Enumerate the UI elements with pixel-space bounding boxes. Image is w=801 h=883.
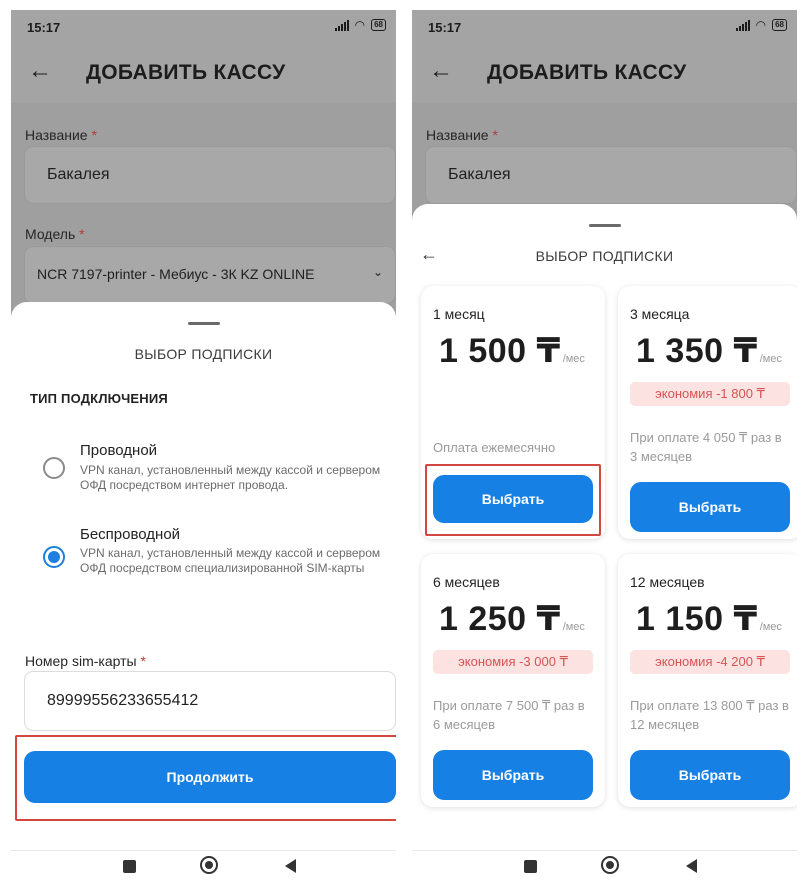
select-plan-button[interactable]: Выбрать (433, 750, 593, 800)
model-label-text: Модель (25, 226, 76, 242)
price-amount: 1 250 ₸ (439, 600, 561, 638)
option-title: Проводной (80, 442, 158, 459)
status-bar: 15:17 ◠ 68 (11, 10, 396, 43)
left-screen: 15:17 ◠ 68 ← ДОБАВИТЬ КАССУ Название * Б… (11, 10, 396, 883)
plan-note: Оплата ежемесячно (433, 440, 556, 455)
status-time: 15:17 (428, 20, 462, 35)
battery-icon: 68 (772, 19, 787, 31)
highlight-frame (425, 464, 601, 536)
name-value: Бакалея (448, 166, 511, 183)
battery-icon: 68 (371, 19, 386, 31)
model-value: NCR 7197-printer - Мебиус - 3К KZ ONLINE (37, 266, 315, 282)
option-description: VPN канал, установленный между кассой и … (80, 546, 381, 575)
name-field[interactable]: Бакалея (24, 146, 396, 204)
plan-price: 1 150 ₸/мес (636, 599, 782, 639)
plan-note: При оплате 4 050 ₸ раз в 3 месяцев (630, 430, 782, 464)
home-circle-icon[interactable] (200, 856, 218, 874)
plan-card-6-months[interactable]: 6 месяцев 1 250 ₸/мес экономия -3 000 ₸ … (421, 554, 605, 807)
back-triangle-icon[interactable] (285, 859, 296, 873)
subscription-sheet: ВЫБОР ПОДПИСКИ ТИП ПОДКЛЮЧЕНИЯ Проводной… (11, 302, 396, 850)
price-amount: 1 150 ₸ (636, 600, 758, 638)
back-arrow-icon[interactable]: ← (28, 59, 52, 83)
plan-name: 3 месяца (630, 306, 690, 322)
option-description: VPN канал, установленный между кассой и … (80, 463, 381, 492)
name-label-text: Название (25, 127, 88, 143)
wifi-icon: ◠ (755, 18, 767, 32)
wifi-icon: ◠ (354, 18, 366, 32)
app-bar: ← ДОБАВИТЬ КАССУ (412, 43, 797, 103)
saving-badge: экономия -3 000 ₸ (433, 650, 593, 674)
status-bar: 15:17 ◠ 68 (412, 10, 797, 43)
model-select[interactable]: NCR 7197-printer - Мебиус - 3К KZ ONLINE… (24, 246, 396, 304)
name-label: Название * (25, 127, 97, 143)
plan-card-3-months[interactable]: 3 месяца 1 350 ₸/мес экономия -1 800 ₸ П… (618, 286, 797, 539)
status-icons: ◠ 68 (735, 18, 787, 32)
plan-card-12-months[interactable]: 12 месяцев 1 150 ₸/мес экономия -4 200 ₸… (618, 554, 797, 807)
app-bar: ← ДОБАВИТЬ КАССУ (11, 43, 396, 103)
recents-square-icon[interactable] (123, 860, 136, 873)
plan-price: 1 350 ₸/мес (636, 331, 782, 371)
saving-badge: экономия -1 800 ₸ (630, 382, 790, 406)
plan-name: 1 месяц (433, 306, 485, 322)
radio-wireless[interactable] (43, 546, 65, 568)
required-mark: * (79, 226, 85, 242)
model-label: Модель * (25, 226, 85, 242)
required-mark: * (91, 127, 97, 143)
select-plan-button[interactable]: Выбрать (630, 482, 790, 532)
price-amount: 1 500 ₸ (439, 332, 561, 370)
recents-square-icon[interactable] (524, 860, 537, 873)
page-title: ДОБАВИТЬ КАССУ (487, 61, 687, 84)
signal-icon (735, 19, 750, 31)
signal-icon (334, 19, 349, 31)
page-title: ДОБАВИТЬ КАССУ (86, 61, 286, 84)
sheet-handle[interactable] (187, 322, 220, 325)
option-title: Беспроводной (80, 526, 181, 543)
plan-note: При оплате 7 500 ₸ раз в 6 месяцев (433, 698, 585, 732)
select-plan-button[interactable]: Выбрать (630, 750, 790, 800)
name-label: Название * (426, 127, 498, 143)
name-label-text: Название (426, 127, 489, 143)
required-mark: * (492, 127, 498, 143)
name-field[interactable]: Бакалея (425, 146, 797, 204)
back-triangle-icon[interactable] (686, 859, 697, 873)
sim-number-field[interactable]: 89999556233655412 (24, 671, 396, 731)
sim-number-value: 89999556233655412 (47, 692, 199, 709)
subscription-sheet: ← ВЫБОР ПОДПИСКИ 1 месяц 1 500 ₸/мес Опл… (412, 204, 797, 850)
chevron-down-icon: ⌄ (372, 265, 383, 279)
plan-note: При оплате 13 800 ₸ раз в 12 месяцев (630, 698, 789, 732)
sheet-handle[interactable] (588, 224, 621, 227)
saving-badge: экономия -4 200 ₸ (630, 650, 790, 674)
price-period: /мес (562, 353, 585, 365)
name-value: Бакалея (47, 166, 110, 183)
right-screen: 15:17 ◠ 68 ← ДОБАВИТЬ КАССУ Название * Б… (412, 10, 797, 883)
sim-label-text: Номер sim-карты (25, 653, 137, 669)
price-amount: 1 350 ₸ (636, 332, 758, 370)
nav-bar (11, 850, 396, 883)
status-time: 15:17 (27, 20, 61, 35)
continue-button[interactable]: Продолжить (24, 751, 396, 803)
sim-label: Номер sim-карты * (25, 653, 146, 669)
home-circle-icon[interactable] (601, 856, 619, 874)
nav-bar (412, 850, 797, 883)
status-icons: ◠ 68 (334, 18, 386, 32)
plan-price: 1 500 ₸/мес (439, 331, 585, 371)
plan-name: 12 месяцев (630, 574, 705, 590)
plan-name: 6 месяцев (433, 574, 500, 590)
plan-price: 1 250 ₸/мес (439, 599, 585, 639)
radio-wired[interactable] (43, 457, 65, 479)
price-period: /мес (759, 353, 782, 365)
price-period: /мес (759, 621, 782, 633)
sheet-title: ВЫБОР ПОДПИСКИ (134, 346, 273, 362)
required-mark: * (140, 653, 146, 669)
back-arrow-icon[interactable]: ← (429, 59, 453, 83)
connection-type-heading: ТИП ПОДКЛЮЧЕНИЯ (30, 391, 168, 406)
price-period: /мес (562, 621, 585, 633)
sheet-title: ВЫБОР ПОДПИСКИ (535, 248, 674, 264)
